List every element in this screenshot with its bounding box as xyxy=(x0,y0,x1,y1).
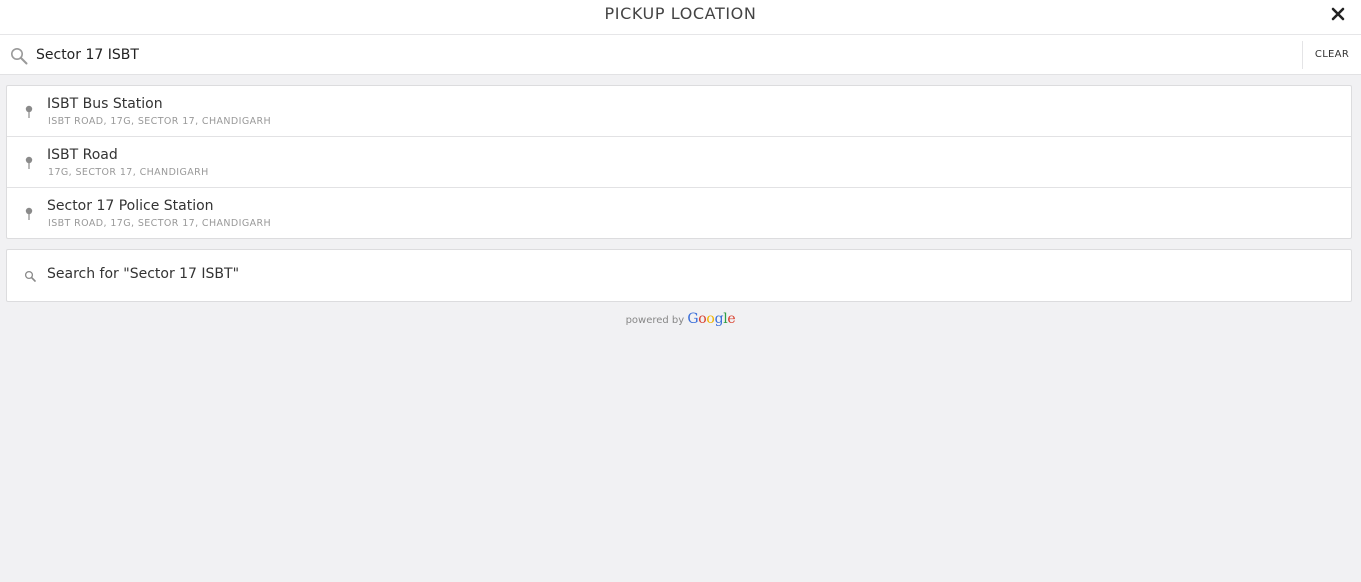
clear-button[interactable]: CLEAR xyxy=(1303,35,1361,75)
list-item[interactable]: ISBT Bus Station ISBT ROAD, 17G, SECTOR … xyxy=(7,86,1351,137)
search-for-button[interactable]: Search for "Sector 17 ISBT" xyxy=(6,249,1352,302)
close-icon[interactable] xyxy=(1329,5,1347,23)
place-name: Sector 17 Police Station xyxy=(47,198,214,214)
place-name: ISBT Bus Station xyxy=(47,96,163,112)
search-icon xyxy=(24,270,36,282)
map-pin-icon xyxy=(25,207,33,220)
place-name: ISBT Road xyxy=(47,147,118,163)
results-list: ISBT Bus Station ISBT ROAD, 17G, SECTOR … xyxy=(6,85,1352,239)
place-address: 17G, SECTOR 17, CHANDIGARH xyxy=(48,167,209,178)
place-address: ISBT ROAD, 17G, SECTOR 17, CHANDIGARH xyxy=(48,218,272,229)
search-bar: CLEAR xyxy=(0,35,1361,75)
search-for-label: Search for "Sector 17 ISBT" xyxy=(47,266,240,282)
place-address: ISBT ROAD, 17G, SECTOR 17, CHANDIGARH xyxy=(48,116,272,127)
powered-by-label: powered by xyxy=(625,315,685,326)
search-icon xyxy=(11,48,28,65)
powered-by-google: powered by Google xyxy=(0,311,1361,327)
map-pin-icon xyxy=(25,105,33,118)
page-title: PICKUP LOCATION xyxy=(604,4,757,23)
list-item[interactable]: ISBT Road 17G, SECTOR 17, CHANDIGARH xyxy=(7,137,1351,188)
header: PICKUP LOCATION xyxy=(0,0,1361,35)
list-item[interactable]: Sector 17 Police Station ISBT ROAD, 17G,… xyxy=(7,188,1351,238)
map-pin-icon xyxy=(25,156,33,169)
google-logo: Google xyxy=(687,311,736,327)
search-input[interactable] xyxy=(36,43,1286,67)
